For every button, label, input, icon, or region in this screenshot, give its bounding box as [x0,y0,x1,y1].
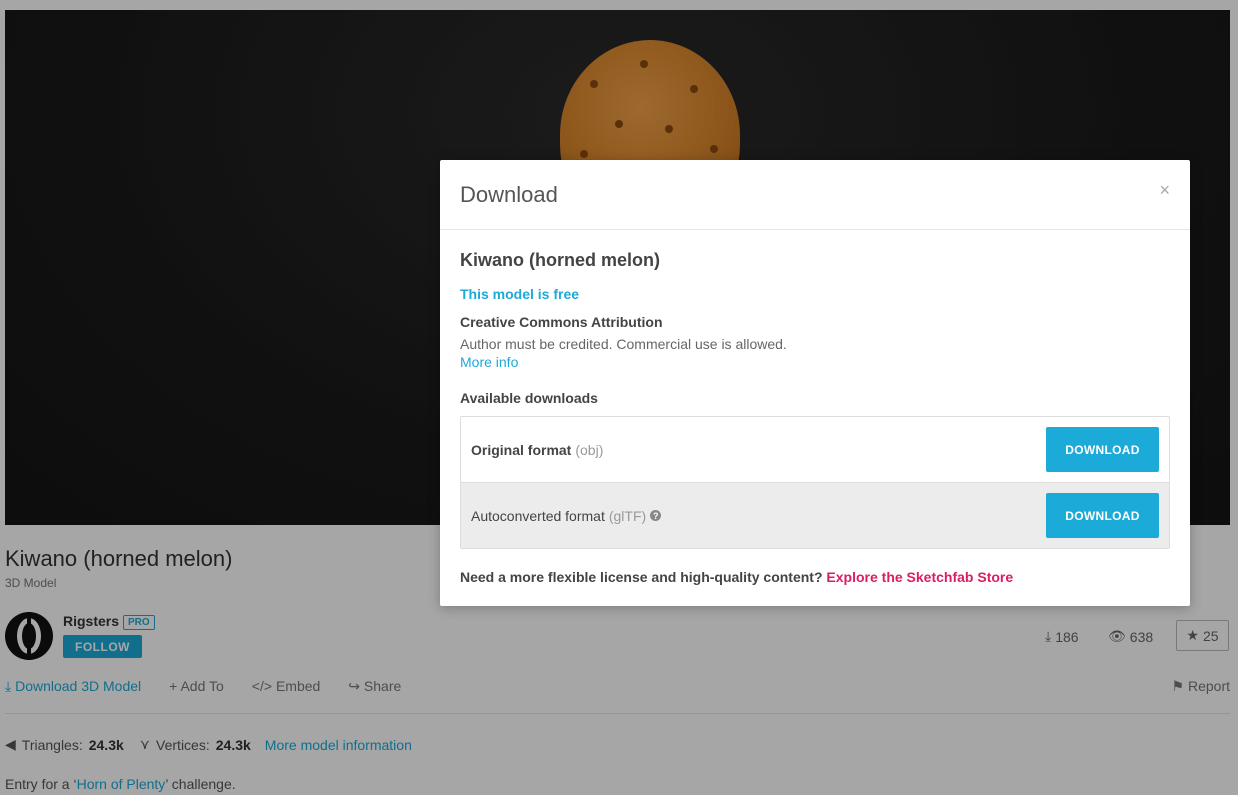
dialog-model-name: Kiwano (horned melon) [460,250,660,270]
close-icon[interactable]: × [1159,180,1170,201]
sketchfab-store-link[interactable]: Explore the Sketchfab Store [826,569,1013,585]
store-promo-text: Need a more flexible license and high-qu… [460,569,823,585]
dialog-header: Download × [440,160,1190,230]
format-label: Autoconverted format [471,507,605,524]
dialog-title: Download [460,182,558,207]
downloads-list: Original format (obj) DOWNLOAD Autoconve… [460,416,1170,549]
free-notice: This model is free [460,286,580,302]
store-promo: Need a more flexible license and high-qu… [460,569,1170,585]
download-dialog: Download × Kiwano (horned melon) This mo… [440,160,1190,606]
download-gltf-button[interactable]: DOWNLOAD [1046,493,1159,538]
format-label: Original format [471,441,572,458]
download-row-original: Original format (obj) DOWNLOAD [461,417,1169,482]
format-extension: (obj) [575,441,604,458]
download-original-button[interactable]: DOWNLOAD [1046,427,1159,472]
license-title: Creative Commons Attribution [460,314,663,330]
download-row-autoconverted: Autoconverted format (glTF) ? DOWNLOAD [461,482,1169,548]
question-icon[interactable]: ? [650,510,662,521]
format-extension: (glTF) [608,507,647,524]
dialog-body: Kiwano (horned melon) This model is free… [460,250,1170,585]
available-downloads-title: Available downloads [460,390,598,406]
license-more-info-link[interactable]: More info [460,354,1170,370]
license-description: Author must be credited. Commercial use … [460,336,787,352]
